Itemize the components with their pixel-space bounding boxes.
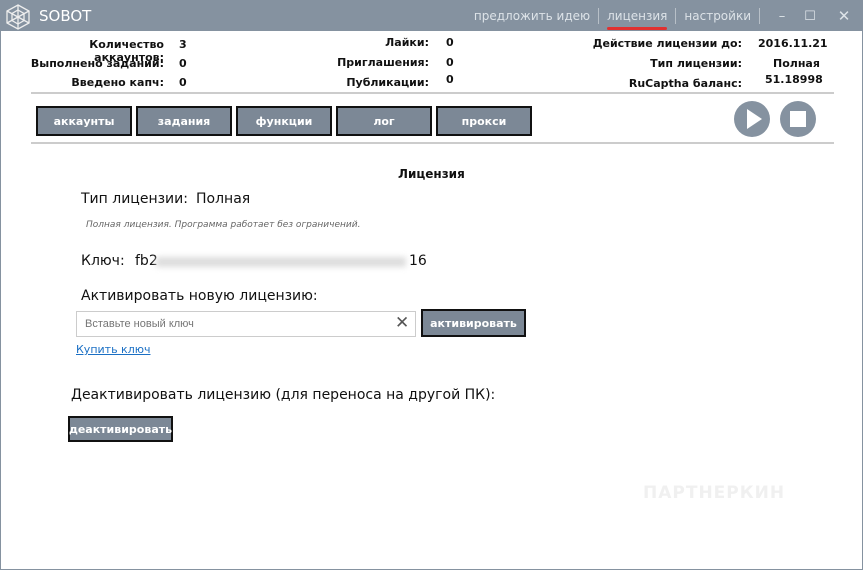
title-bar: SOBOT предложить идею лицензия настройки…	[1, 1, 863, 31]
divider	[31, 92, 834, 94]
divider	[598, 8, 600, 24]
new-key-input[interactable]	[76, 311, 416, 337]
likes-value: 0	[446, 36, 454, 49]
clear-icon[interactable]: ✕	[395, 313, 409, 333]
posts-label: Публикации:	[346, 76, 429, 89]
activate-label: Активировать новую лицензию:	[81, 288, 318, 304]
spiderweb-logo-icon	[6, 4, 30, 30]
divider	[675, 8, 677, 24]
captcha-value: 0	[179, 76, 187, 89]
activate-button[interactable]: активировать	[421, 309, 526, 337]
license-type-label: Тип лицензии:	[650, 57, 742, 70]
license-until-value: 2016.11.21	[758, 37, 828, 50]
accounts-value: 3	[179, 38, 187, 51]
license-until-label: Действие лицензии до:	[592, 37, 742, 50]
license-type-label: Тип лицензии:	[81, 191, 188, 207]
tab-accounts[interactable]: аккаунты	[36, 106, 132, 136]
key-label: Ключ:	[81, 253, 125, 269]
license-type-value: Полная	[773, 57, 820, 70]
stop-button[interactable]	[780, 101, 816, 137]
stop-icon	[790, 111, 806, 127]
tab-functions[interactable]: функции	[236, 106, 332, 136]
buy-key-link[interactable]: Купить ключ	[76, 343, 150, 356]
likes-label: Лайки:	[385, 36, 429, 49]
app-title: SOBOT	[39, 7, 92, 25]
rucaptcha-label: RuCaptha баланс:	[628, 77, 742, 90]
divider	[759, 8, 760, 24]
tab-tasks[interactable]: задания	[136, 106, 232, 136]
invites-label: Приглашения:	[337, 56, 429, 69]
tab-log[interactable]: лог	[336, 106, 432, 136]
maximize-button[interactable]: ☐	[796, 9, 824, 24]
tasks-value: 0	[179, 57, 187, 70]
license-description: Полная лицензия. Программа работает без …	[86, 220, 361, 230]
posts-value: 0	[446, 73, 454, 86]
tab-proxy[interactable]: прокси	[436, 106, 532, 136]
license-title: Лицензия	[398, 167, 465, 181]
key-start: fb2	[135, 253, 158, 269]
deactivate-label: Деактивировать лицензию (для переноса на…	[71, 387, 496, 403]
tasks-label: Выполнено заданий:	[30, 57, 164, 70]
divider	[31, 142, 834, 144]
deactivate-button[interactable]: деактивировать	[68, 416, 173, 442]
license-type-value: Полная	[196, 191, 251, 207]
top-nav: предложить идею лицензия настройки – ☐ ✕	[474, 1, 863, 31]
nav-suggest-idea[interactable]: предложить идею	[474, 9, 590, 23]
invites-value: 0	[446, 56, 454, 69]
key-end: 16	[409, 253, 427, 269]
key-blurred	[156, 257, 406, 267]
close-button[interactable]: ✕	[824, 7, 863, 25]
captcha-label: Введено капч:	[71, 76, 164, 89]
rucaptcha-value: 51.18998	[765, 73, 823, 86]
play-icon	[747, 109, 762, 129]
nav-license[interactable]: лицензия	[607, 9, 668, 30]
watermark: ПАРТНЕРКИН	[643, 483, 786, 503]
minimize-button[interactable]: –	[768, 9, 796, 24]
nav-settings[interactable]: настройки	[684, 9, 751, 23]
play-button[interactable]	[734, 101, 770, 137]
